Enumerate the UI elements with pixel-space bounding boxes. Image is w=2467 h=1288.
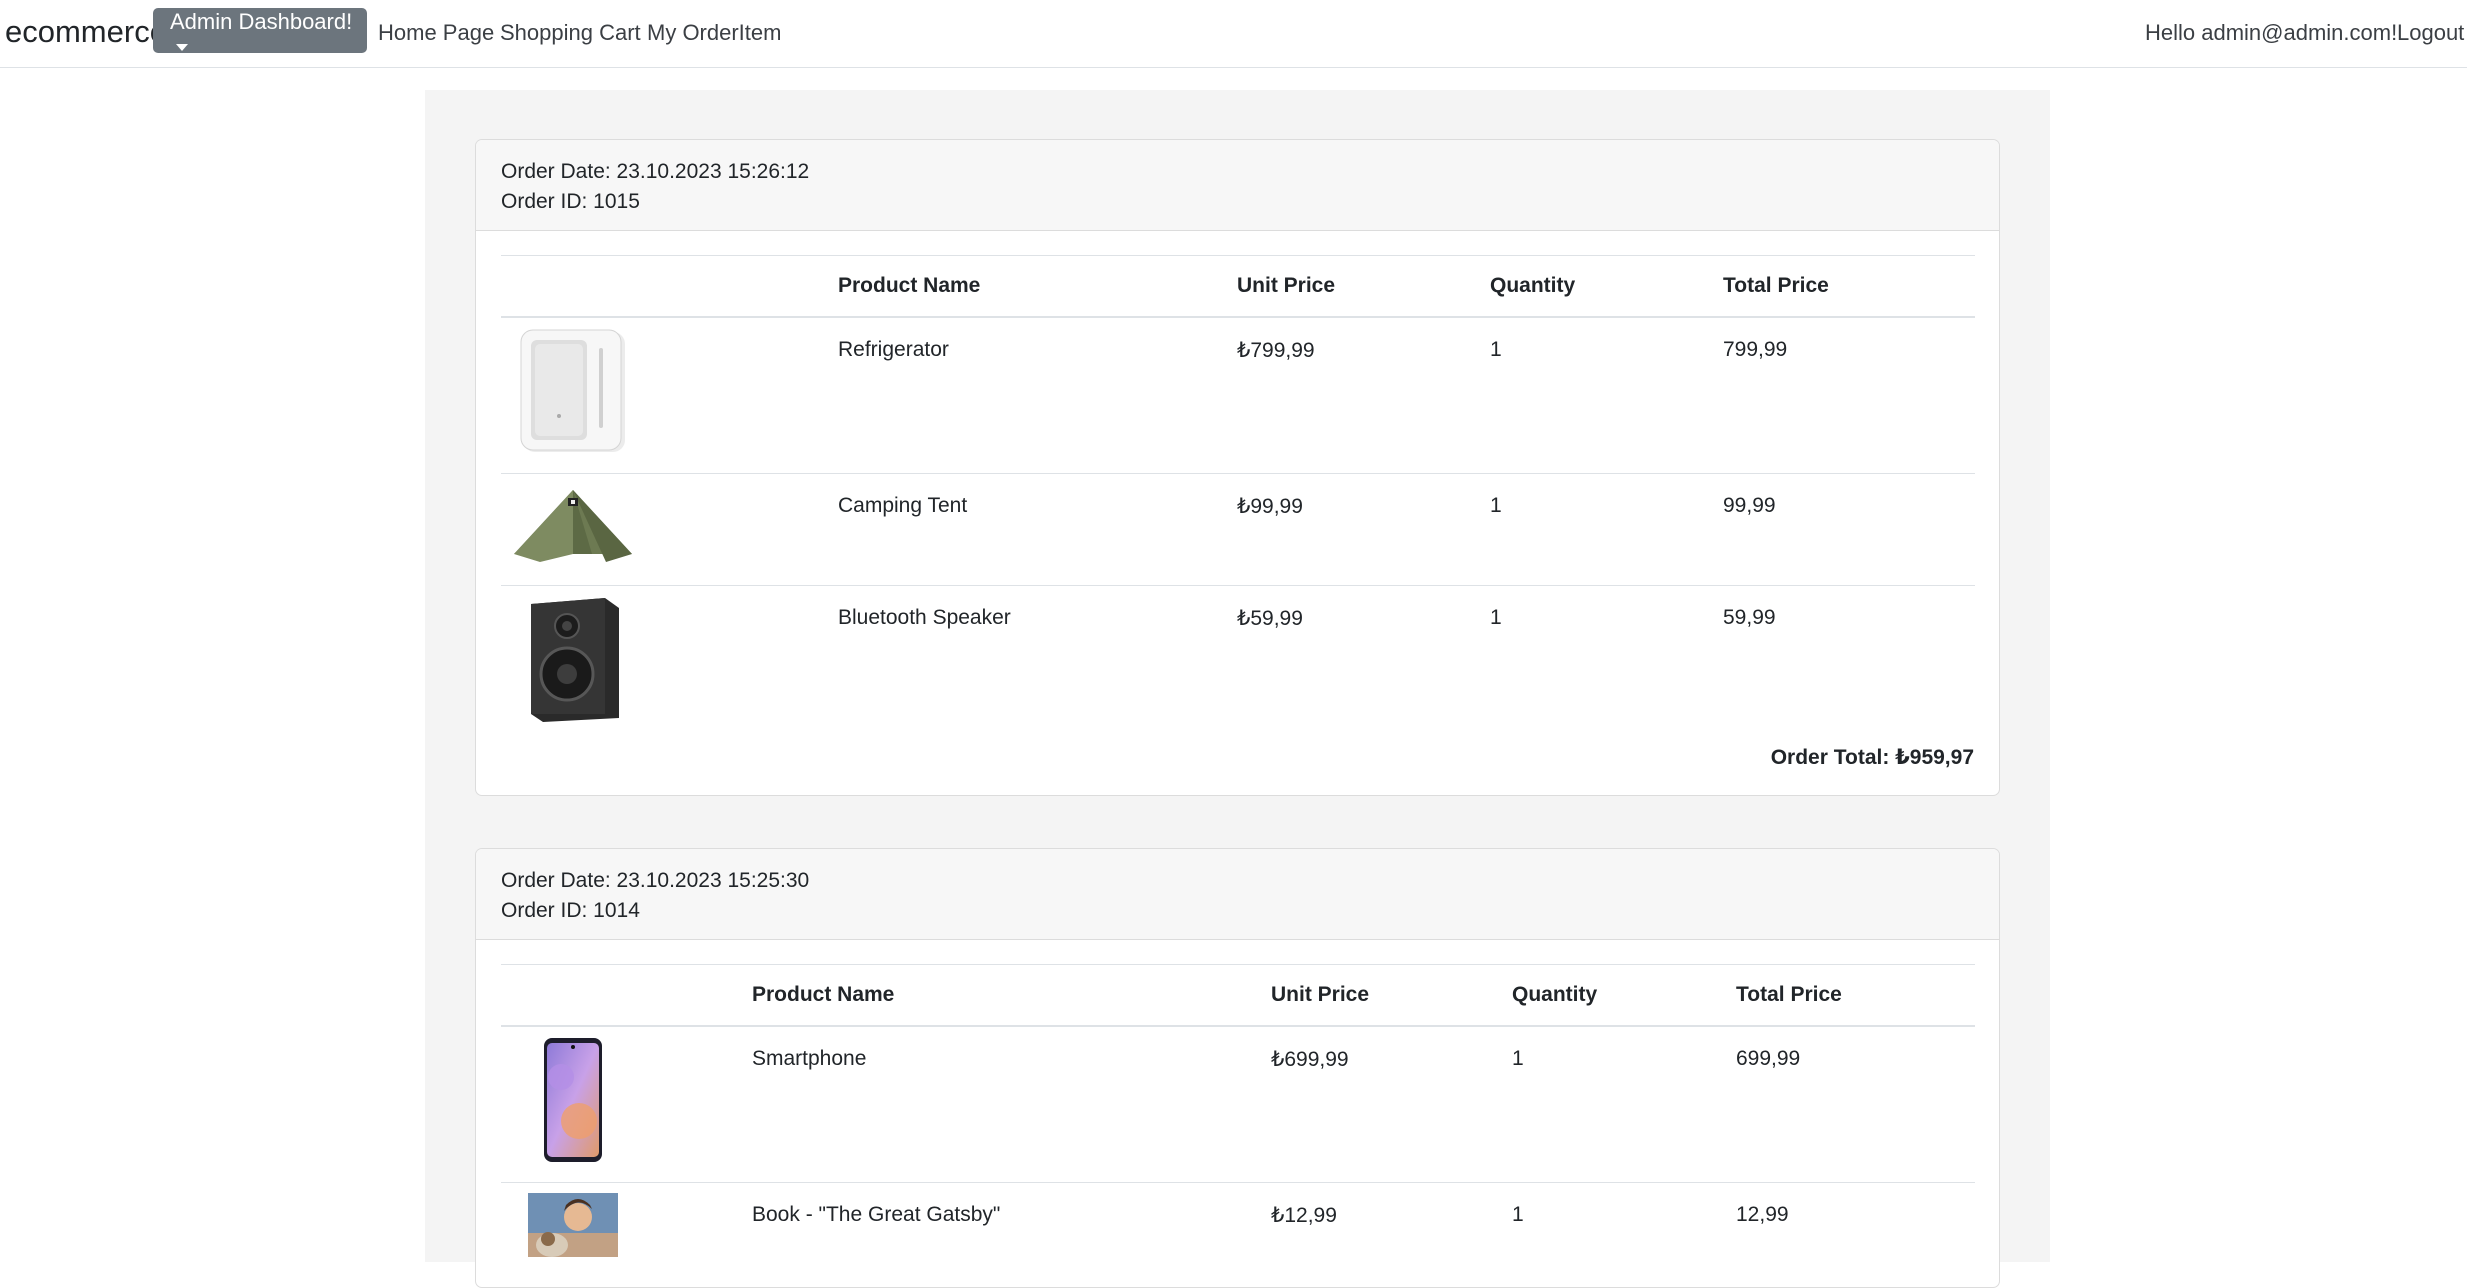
nav-my-orderitem[interactable]: My OrderItem bbox=[647, 20, 781, 46]
header-total-price: Total Price bbox=[1736, 964, 1975, 1027]
product-name: Smartphone bbox=[752, 1026, 1271, 1183]
table-header-row: Product Name Unit Price Quantity Total P… bbox=[501, 964, 1975, 1027]
brand-link[interactable]: ecommerce bbox=[5, 14, 167, 50]
quantity: 1 bbox=[1490, 317, 1723, 474]
smartphone-image bbox=[501, 1027, 645, 1163]
table-row: Bluetooth Speaker ₺59,99 1 59,99 bbox=[501, 585, 1975, 725]
top-navbar: ecommerce Admin Dashboard! Home Page Sho… bbox=[0, 0, 2467, 68]
caret-down-icon bbox=[176, 44, 188, 51]
header-quantity: Quantity bbox=[1512, 964, 1736, 1027]
order-date: Order Date: 23.10.2023 15:26:12 bbox=[501, 160, 810, 183]
order-items-table: Product Name Unit Price Quantity Total P… bbox=[501, 255, 1975, 725]
order-id: Order ID: 1014 bbox=[501, 899, 640, 922]
unit-price: ₺59,99 bbox=[1237, 606, 1303, 630]
order-body: Product Name Unit Price Quantity Total P… bbox=[476, 231, 1999, 795]
header-total-price: Total Price bbox=[1723, 255, 1975, 318]
order-total: Order Total: ₺959,97 bbox=[1770, 746, 1974, 769]
header-unit-price: Unit Price bbox=[1237, 255, 1490, 318]
order-header: Order Date: 23.10.2023 15:26:12 Order ID… bbox=[476, 140, 1999, 231]
admin-dashboard-label: Admin Dashboard! bbox=[170, 9, 353, 34]
total-price: 699,99 bbox=[1736, 1026, 1975, 1183]
header-product-name: Product Name bbox=[752, 964, 1271, 1027]
refrigerator-image bbox=[501, 318, 645, 454]
table-row: Smartphone ₺699,99 1 699,99 bbox=[501, 1026, 1975, 1183]
user-greeting: Hello admin@admin.com! bbox=[2145, 20, 2398, 45]
total-price: 59,99 bbox=[1723, 605, 1776, 629]
product-name: Book - "The Great Gatsby" bbox=[752, 1202, 1001, 1226]
total-price: 12,99 bbox=[1736, 1202, 1789, 1226]
table-row: Camping Tent ₺99,99 1 99,99 bbox=[501, 473, 1975, 586]
order-card: Order Date: 23.10.2023 15:26:12 Order ID… bbox=[475, 139, 2000, 796]
nav-home-page[interactable]: Home Page bbox=[378, 20, 494, 46]
total-price: 799,99 bbox=[1723, 317, 1975, 474]
product-name: Bluetooth Speaker bbox=[838, 605, 1011, 629]
admin-dashboard-dropdown[interactable]: Admin Dashboard! bbox=[153, 8, 367, 53]
header-product-name: Product Name bbox=[838, 255, 1237, 318]
unit-price: ₺99,99 bbox=[1237, 473, 1490, 586]
total-price: 99,99 bbox=[1723, 473, 1975, 586]
table-row: Refrigerator ₺799,99 1 799,99 bbox=[501, 317, 1975, 474]
header-image bbox=[501, 255, 838, 318]
book-cover-image bbox=[501, 1183, 645, 1257]
table-header-row: Product Name Unit Price Quantity Total P… bbox=[501, 255, 1975, 318]
header-image bbox=[501, 964, 752, 1027]
table-row: Book - "The Great Gatsby" ₺12,99 1 12,99 bbox=[501, 1182, 1975, 1287]
header-unit-price: Unit Price bbox=[1271, 964, 1512, 1027]
header-quantity: Quantity bbox=[1490, 255, 1723, 318]
quantity: 1 bbox=[1512, 1026, 1736, 1183]
unit-price: ₺12,99 bbox=[1271, 1203, 1337, 1227]
nav-shopping-cart[interactable]: Shopping Cart bbox=[500, 20, 641, 46]
unit-price: ₺699,99 bbox=[1271, 1026, 1512, 1183]
quantity: 1 bbox=[1490, 473, 1723, 586]
logout-link[interactable]: Logout bbox=[2397, 20, 2464, 46]
order-items-table: Product Name Unit Price Quantity Total P… bbox=[501, 964, 1975, 1287]
order-card: Order Date: 23.10.2023 15:25:30 Order ID… bbox=[475, 848, 2000, 1288]
unit-price: ₺799,99 bbox=[1237, 317, 1490, 474]
order-header: Order Date: 23.10.2023 15:25:30 Order ID… bbox=[476, 849, 1999, 940]
quantity: 1 bbox=[1490, 605, 1502, 629]
bluetooth-speaker-image bbox=[501, 586, 645, 724]
order-body: Product Name Unit Price Quantity Total P… bbox=[476, 940, 1999, 1287]
order-date: Order Date: 23.10.2023 15:25:30 bbox=[501, 869, 810, 892]
camping-tent-image bbox=[501, 474, 645, 568]
quantity: 1 bbox=[1512, 1202, 1524, 1226]
order-id: Order ID: 1015 bbox=[501, 190, 640, 213]
product-name: Refrigerator bbox=[838, 317, 1237, 474]
product-name: Camping Tent bbox=[838, 473, 1237, 586]
